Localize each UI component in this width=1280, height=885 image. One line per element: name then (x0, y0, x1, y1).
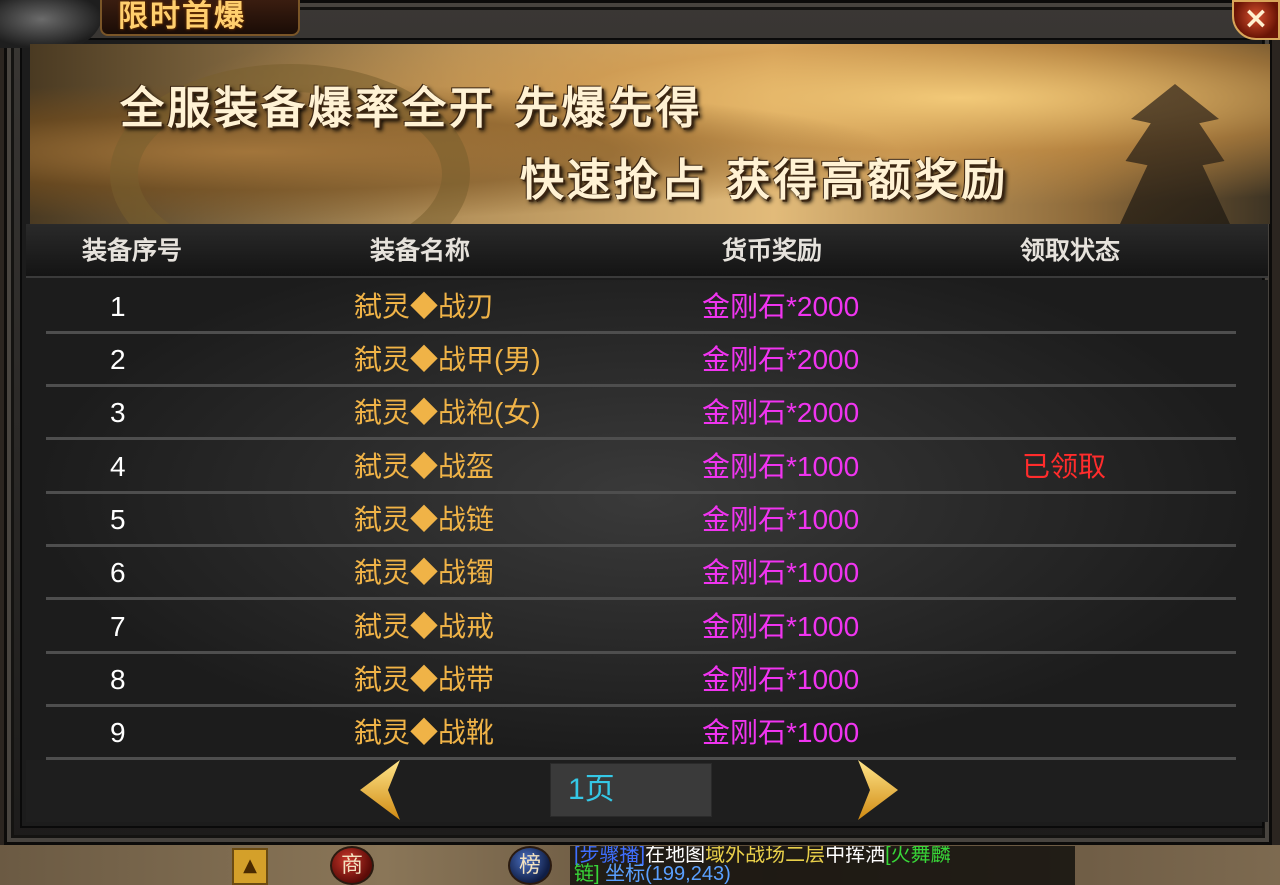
table-row: 1 弑灵◆战刃 金刚石*2000 (46, 281, 1236, 334)
chat-text: 中挥洒 (825, 846, 886, 866)
shop-button[interactable]: 商 (330, 846, 374, 885)
close-button[interactable]: × (1232, 0, 1280, 40)
row-item-name: 弑灵◆战链 (354, 504, 495, 535)
system-chat: [步骤播]在地图域外战场二层中挥洒[火舞麟 链] 坐标(199,243) (570, 846, 1075, 885)
table-row: 4 弑灵◆战盔 金刚石*1000 已领取 (46, 441, 1236, 494)
row-index: 2 (110, 344, 126, 375)
row-index: 5 (110, 504, 126, 535)
table-row: 3 弑灵◆战袍(女) 金刚石*2000 (46, 387, 1236, 440)
table-row: 9 弑灵◆战靴 金刚石*1000 (46, 707, 1236, 760)
hud-up-arrow-button[interactable]: ▲ (232, 848, 268, 885)
row-reward: 金刚石*1000 (702, 504, 860, 535)
row-index: 9 (110, 717, 126, 748)
row-index: 6 (110, 557, 126, 588)
banner-subheadline: 快速抢占 获得高额奖励 (520, 155, 1009, 206)
chat-item-name-cont: 链] (574, 863, 600, 885)
row-item-name: 弑灵◆战甲(男) (354, 344, 541, 375)
row-index: 3 (110, 397, 126, 428)
chat-coordinates-link[interactable]: 坐标(199,243) (605, 863, 731, 885)
row-reward: 金刚石*1000 (702, 717, 860, 748)
header-claim-status: 领取状态 (1020, 236, 1121, 265)
header-equip-name: 装备名称 (370, 236, 471, 265)
row-index: 4 (110, 451, 126, 482)
row-reward: 金刚石*1000 (702, 664, 860, 695)
header-currency-reward: 货币奖励 (722, 236, 823, 265)
chat-item-name: [火舞麟 (885, 846, 951, 866)
row-reward: 金刚石*2000 (702, 344, 860, 375)
row-item-name: 弑灵◆战靴 (354, 717, 495, 748)
row-item-name: 弑灵◆战刃 (354, 291, 495, 322)
row-item-name: 弑灵◆战盔 (354, 451, 495, 482)
row-index: 1 (110, 291, 126, 322)
row-reward: 金刚石*2000 (702, 397, 860, 428)
row-item-name: 弑灵◆战带 (354, 664, 495, 695)
table-row: 6 弑灵◆战镯 金刚石*1000 (46, 547, 1236, 600)
table-row: 2 弑灵◆战甲(男) 金刚石*2000 (46, 334, 1236, 387)
row-reward: 金刚石*1000 (702, 611, 860, 642)
banner-headline: 全服装备爆率全开 先爆先得 (120, 83, 703, 134)
row-reward: 金刚石*2000 (702, 291, 860, 322)
row-reward: 金刚石*1000 (702, 451, 860, 482)
pagoda-art (1120, 84, 1230, 224)
row-index: 7 (110, 611, 126, 642)
row-reward: 金刚石*1000 (702, 557, 860, 588)
ranking-button[interactable]: 榜 (508, 846, 552, 885)
page-number: 1页 (568, 773, 615, 806)
window-title: 限时首爆 (118, 0, 246, 34)
row-item-name: 弑灵◆战袍(女) (354, 397, 541, 428)
row-item-name: 弑灵◆战戒 (354, 611, 495, 642)
row-item-name: 弑灵◆战镯 (354, 557, 495, 588)
table-row: 8 弑灵◆战带 金刚石*1000 (46, 654, 1236, 707)
table-row: 7 弑灵◆战戒 金刚石*1000 (46, 601, 1236, 654)
row-status-claimed: 已领取 (1022, 451, 1107, 482)
table-row: 5 弑灵◆战链 金刚石*1000 (46, 494, 1236, 547)
header-equip-index: 装备序号 (82, 236, 183, 265)
row-index: 8 (110, 664, 126, 695)
